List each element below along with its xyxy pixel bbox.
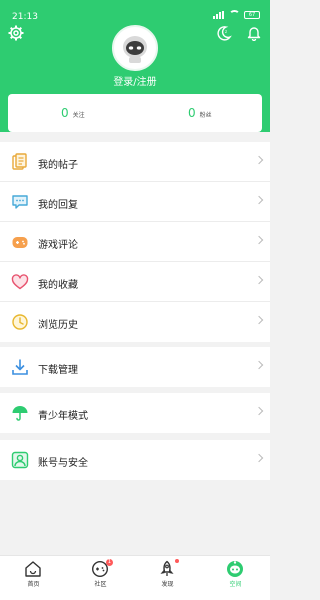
reply-icon xyxy=(12,195,28,209)
menu-item-account-security[interactable]: 账号与安全 xyxy=(0,440,270,480)
menu-item-youth-mode[interactable]: 青少年模式 xyxy=(0,393,270,433)
menu-group-main: 我的帖子 我的回复 游戏评论 我的收藏 浏览历史 xyxy=(0,142,270,342)
followers-stat[interactable]: 0 粉丝 xyxy=(188,106,212,120)
avatar[interactable] xyxy=(112,25,158,71)
menu-item-label: 我的收藏 xyxy=(38,280,78,291)
stats-card: 0 关注 0 粉丝 xyxy=(8,94,262,132)
umbrella-icon xyxy=(12,406,28,421)
posts-icon xyxy=(12,153,27,170)
game-review-icon xyxy=(12,237,28,248)
following-count: 0 xyxy=(61,106,69,120)
chevron-right-icon xyxy=(254,406,264,416)
menu-item-label: 青少年模式 xyxy=(38,411,88,422)
menu-item-label: 账号与安全 xyxy=(38,458,88,469)
menu-item-label: 我的帖子 xyxy=(38,160,78,171)
tab-home[interactable]: 首页 xyxy=(0,556,67,600)
status-icons: 67 xyxy=(213,10,260,19)
menu-item-label: 游戏评论 xyxy=(38,240,78,251)
chevron-right-icon xyxy=(254,195,264,205)
chevron-right-icon xyxy=(254,315,264,325)
menu-item-my-posts[interactable]: 我的帖子 xyxy=(0,142,270,182)
menu-group-account: 账号与安全 xyxy=(0,440,270,480)
tab-discover[interactable]: 发现 xyxy=(134,556,201,600)
status-bar: 21:13 67 xyxy=(0,0,270,22)
menu-item-label: 浏览历史 xyxy=(38,320,78,331)
chevron-right-icon xyxy=(254,360,264,370)
status-time: 21:13 xyxy=(12,12,38,22)
tab-space[interactable]: 空间 xyxy=(202,556,269,600)
menu-item-favorites[interactable]: 我的收藏 xyxy=(0,262,270,302)
chevron-right-icon xyxy=(254,453,264,463)
signal-icon xyxy=(213,10,225,19)
history-clock-icon xyxy=(12,314,28,330)
followers-count: 0 xyxy=(188,106,196,120)
discover-badge-dot xyxy=(175,559,179,563)
tab-label: 空间 xyxy=(229,581,242,588)
menu-group-youth: 青少年模式 xyxy=(0,393,270,433)
following-label: 关注 xyxy=(72,112,85,119)
heart-icon xyxy=(11,274,29,290)
menu-item-history[interactable]: 浏览历史 xyxy=(0,302,270,342)
battery-icon: 67 xyxy=(244,10,260,19)
following-stat[interactable]: 0 关注 xyxy=(61,106,85,120)
bottom-tab-bar: 首页 1 社区 发现 空间 xyxy=(0,555,270,600)
menu-group-download: 下载管理 xyxy=(0,347,270,387)
notification-bell-icon[interactable] xyxy=(246,25,262,41)
menu-item-download-manager[interactable]: 下载管理 xyxy=(0,347,270,387)
account-icon xyxy=(11,451,29,469)
menu-item-label: 我的回复 xyxy=(38,200,78,211)
tab-label: 社区 xyxy=(94,581,107,588)
menu-item-my-replies[interactable]: 我的回复 xyxy=(0,182,270,222)
chevron-right-icon xyxy=(254,275,264,285)
tab-label: 发现 xyxy=(161,581,174,588)
rocket-icon xyxy=(160,560,174,576)
space-icon xyxy=(227,561,243,577)
settings-gear-icon[interactable] xyxy=(8,25,24,41)
default-avatar-icon xyxy=(123,36,147,63)
download-icon xyxy=(12,359,28,375)
chevron-right-icon xyxy=(254,235,264,245)
svg-text:z: z xyxy=(225,29,227,34)
chevron-right-icon xyxy=(254,155,264,165)
tab-community[interactable]: 1 社区 xyxy=(67,556,134,600)
login-register-link[interactable]: 登录/注册 xyxy=(0,73,270,88)
night-mode-moon-icon[interactable]: z xyxy=(216,25,232,41)
menu-item-label: 下载管理 xyxy=(38,365,78,376)
tab-label: 首页 xyxy=(27,581,40,588)
community-badge: 1 xyxy=(106,559,113,566)
home-icon xyxy=(25,561,41,577)
menu-item-game-reviews[interactable]: 游戏评论 xyxy=(0,222,270,262)
wifi-icon xyxy=(229,10,240,19)
followers-label: 粉丝 xyxy=(199,112,212,119)
